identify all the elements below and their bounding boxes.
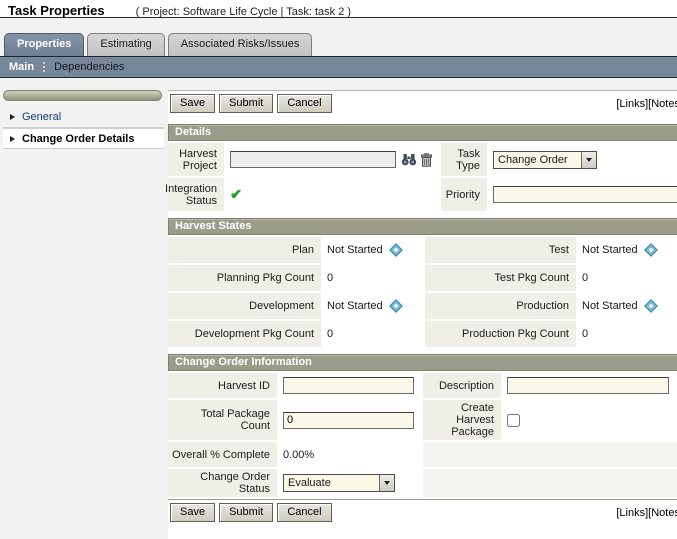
details-section: Details Harvest Project Task Type Cha [168, 124, 677, 211]
overall-pct-complete-value: 0.00% [277, 442, 417, 467]
notes-link[interactable]: [Notes] [648, 98, 677, 110]
state-diamond-icon [389, 299, 403, 313]
cancel-button[interactable]: Cancel [277, 94, 331, 113]
state-diamond-icon [644, 299, 658, 313]
state-diamond-icon [389, 243, 403, 257]
links-link[interactable]: [Links] [616, 98, 648, 110]
dropdown-arrow-icon[interactable] [581, 152, 596, 168]
change-order-section: Change Order Information Harvest ID Desc… [168, 354, 677, 497]
dropdown-arrow-icon[interactable] [379, 475, 394, 491]
production-label: Production [425, 293, 576, 319]
change-order-status-label: Change Order Status [168, 469, 277, 497]
sidebar-item-general[interactable]: General [3, 107, 164, 128]
create-harvest-package-label: Create Harvest Package [423, 400, 501, 440]
bottom-toolbar: Save Submit Cancel [Links][Notes] [168, 499, 677, 526]
save-button[interactable]: Save [170, 503, 215, 522]
planning-pkg-count-label: Planning Pkg Count [168, 265, 321, 291]
production-pkg-count-label: Production Pkg Count [425, 321, 576, 347]
save-button[interactable]: Save [170, 94, 215, 113]
priority-input[interactable] [493, 186, 677, 203]
development-pkg-count-label: Development Pkg Count [168, 321, 321, 347]
subnav-item-dependencies[interactable]: Dependencies [54, 61, 124, 73]
subnav-bar: Main Dependencies [0, 56, 677, 78]
development-pkg-count-value: 0 [321, 321, 419, 347]
harvest-project-field [224, 143, 436, 176]
test-pkg-count-label: Test Pkg Count [425, 265, 576, 291]
harvest-id-input[interactable] [283, 377, 414, 394]
page-title: Task Properties [8, 3, 105, 18]
task-type-select[interactable]: Change Order [493, 151, 597, 169]
subnav-separator [43, 62, 45, 72]
sidebar-header-pill [3, 90, 162, 101]
harvest-project-label: Harvest Project [168, 143, 224, 176]
plan-label: Plan [168, 237, 321, 263]
plan-state: Not Started [321, 237, 419, 263]
overall-pct-complete-label: Overall % Complete [168, 442, 277, 467]
chevron-right-icon [10, 136, 15, 142]
sidebar-item-label: Change Order Details [22, 133, 134, 145]
page-context: ( Project: Software Life Cycle | Task: t… [136, 6, 351, 18]
notes-link[interactable]: [Notes] [648, 507, 677, 519]
harvest-project-input[interactable] [230, 151, 396, 168]
tab-strip: Properties Estimating Associated Risks/I… [0, 18, 677, 56]
change-order-section-header: Change Order Information [168, 354, 677, 371]
harvest-states-section-header: Harvest States [168, 218, 677, 235]
page-header: Task Properties ( Project: Software Life… [0, 0, 677, 18]
chevron-right-icon [10, 114, 15, 120]
task-type-label: Task Type [441, 143, 487, 176]
details-section-header: Details [168, 124, 677, 141]
trash-icon[interactable] [420, 153, 433, 167]
main-content: Save Submit Cancel [Links][Notes] Detail… [168, 90, 677, 539]
links-notes: [Links][Notes] [616, 507, 677, 519]
planning-pkg-count-value: 0 [321, 265, 419, 291]
development-state: Not Started [321, 293, 419, 319]
top-toolbar: Save Submit Cancel [Links][Notes] [168, 91, 677, 117]
test-label: Test [425, 237, 576, 263]
create-harvest-package-checkbox[interactable] [507, 414, 520, 427]
sidebar-item-change-order-details[interactable]: Change Order Details [3, 128, 164, 149]
change-order-status-select[interactable]: Evaluate [283, 474, 395, 492]
tab-associated-risks-issues[interactable]: Associated Risks/Issues [168, 33, 313, 56]
description-label: Description [423, 373, 501, 398]
submit-button[interactable]: Submit [219, 503, 273, 522]
production-state: Not Started [576, 293, 677, 319]
tab-estimating[interactable]: Estimating [87, 33, 164, 56]
task-type-selected-value: Change Order [494, 154, 581, 166]
submit-button[interactable]: Submit [219, 94, 273, 113]
priority-label: Priority [441, 178, 487, 211]
green-check-icon: ✔ [230, 186, 242, 203]
total-package-count-label: Total Package Count [168, 400, 277, 440]
harvest-id-label: Harvest ID [168, 373, 277, 398]
sidebar-item-label: General [22, 111, 61, 123]
links-notes: [Links][Notes] [616, 98, 677, 110]
subnav-item-main[interactable]: Main [9, 61, 34, 73]
description-input[interactable] [507, 377, 669, 394]
total-package-count-input[interactable] [283, 412, 414, 429]
integration-status-label: Integration Status [168, 178, 224, 211]
state-diamond-icon [644, 243, 658, 257]
change-order-status-selected-value: Evaluate [284, 477, 379, 489]
production-pkg-count-value: 0 [576, 321, 677, 347]
development-label: Development [168, 293, 321, 319]
test-pkg-count-value: 0 [576, 265, 677, 291]
cancel-button[interactable]: Cancel [277, 503, 331, 522]
harvest-states-section: Harvest States Plan Not Started Test Not… [168, 218, 677, 347]
sidebar: General Change Order Details [0, 90, 168, 149]
binoculars-icon[interactable] [401, 153, 417, 166]
tab-properties[interactable]: Properties [4, 33, 84, 56]
test-state: Not Started [576, 237, 677, 263]
links-link[interactable]: [Links] [616, 507, 648, 519]
